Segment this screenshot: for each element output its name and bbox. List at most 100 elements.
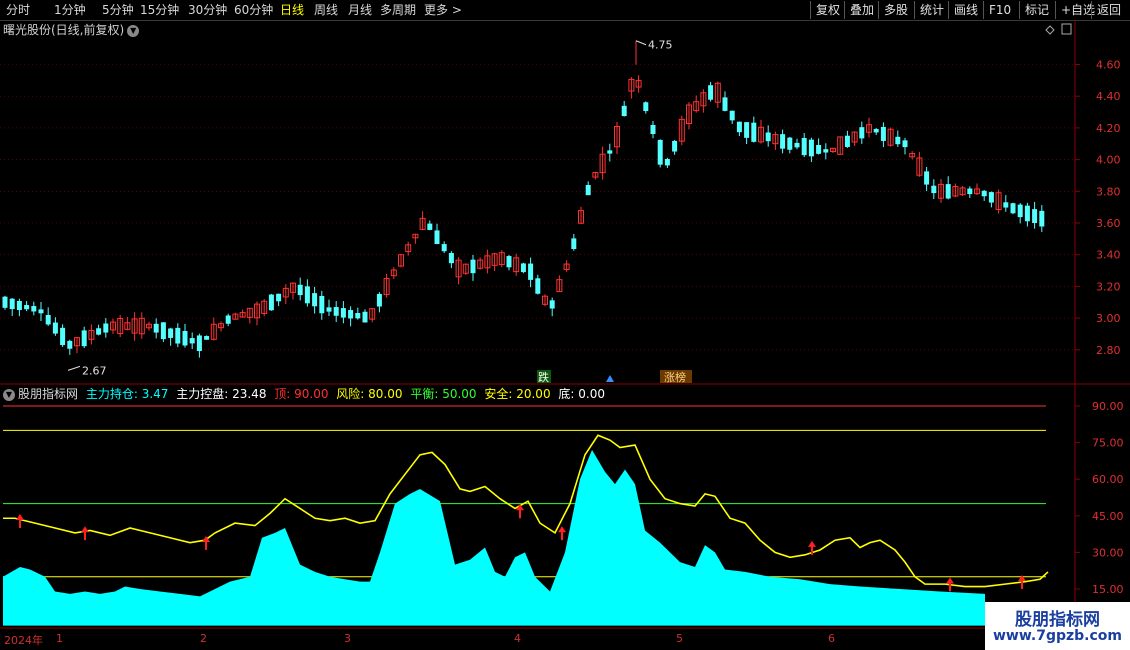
candle-body-down: [225, 315, 231, 324]
candle-body-down: [607, 150, 613, 154]
event-tag-bang: 涨榜: [664, 370, 686, 384]
candle-body-down: [535, 278, 541, 294]
candle-body-down: [988, 192, 994, 203]
price-axis-label: 4.60: [1096, 59, 1121, 72]
indicator-axis-label: 30.00: [1092, 546, 1124, 559]
candle-body-down: [196, 335, 202, 352]
candle-body-down: [787, 137, 793, 150]
candle-body-down: [736, 121, 742, 133]
candle-body-down: [175, 327, 181, 344]
candle-body-down: [794, 142, 800, 148]
candle-body-down: [902, 140, 908, 148]
candle-body-down: [434, 230, 440, 245]
candle-body-down: [780, 134, 786, 149]
x-label-month-1: 1: [56, 632, 63, 645]
candle-body-down: [751, 122, 757, 142]
price-axis-label: 4.00: [1096, 154, 1121, 167]
candle-body-down: [376, 293, 382, 307]
candle-body-down: [304, 286, 310, 304]
candle-body-down: [765, 132, 771, 142]
x-label-month-3: 3: [344, 632, 351, 645]
candle-body-down: [326, 307, 332, 312]
price-axis-label: 2.80: [1096, 344, 1121, 357]
x-label-year: 2024年: [4, 634, 43, 647]
indicator-axis-label: 60.00: [1092, 473, 1124, 486]
candle-body-down: [204, 336, 210, 340]
candle-body-down: [816, 145, 822, 154]
candle-body-down: [708, 85, 714, 100]
candle-body-down: [585, 185, 591, 196]
candle-body-down: [520, 263, 526, 273]
candle-body-down: [427, 223, 433, 230]
chart-canvas[interactable]: 4.60 4.40 4.20 4.00 3.80 3.60 3.40 3.20 3.00 2.80…: [0, 0, 1130, 650]
candle-body-down: [621, 105, 627, 117]
window-icon: [1061, 23, 1072, 35]
candle-body-down: [844, 135, 850, 147]
main-force-area: [3, 449, 985, 626]
price-axis-label: 4.40: [1096, 90, 1121, 103]
candle-body-down: [729, 110, 735, 121]
candle-body-down: [967, 188, 973, 195]
watermark-title: 股朋指标网: [1015, 610, 1100, 630]
candle-body-down: [823, 149, 829, 153]
candle-body-down: [340, 308, 346, 318]
candle-body-down: [31, 306, 37, 312]
candle-body-down: [160, 322, 166, 340]
candle-body-down: [52, 322, 58, 334]
price-axis-label: 3.60: [1096, 217, 1121, 230]
candle-body-down: [348, 310, 354, 319]
signal-arrow-head: [1018, 575, 1026, 581]
candle-body-down: [859, 127, 865, 139]
candle-body-down: [924, 171, 930, 185]
candle-body-down: [1024, 205, 1030, 222]
indicator-axis-label: 45.00: [1092, 510, 1124, 523]
indicator-axis-label: 90.00: [1092, 400, 1124, 413]
candle-body-down: [448, 252, 454, 264]
price-axis-label: 3.80: [1096, 185, 1121, 198]
candle-body-down: [873, 129, 879, 133]
candle-body-down: [895, 136, 901, 145]
candle-body-down: [153, 323, 159, 333]
candle-body-down: [168, 328, 174, 338]
candle-body-down: [38, 309, 44, 314]
candle-body-down: [362, 311, 368, 323]
candle-body-down: [808, 139, 814, 157]
candle-body-down: [276, 293, 282, 302]
candle-body-down: [643, 102, 649, 112]
candle-body-down: [81, 330, 87, 347]
x-label-month-6: 6: [828, 632, 835, 645]
candle-body-down: [672, 140, 678, 152]
candle-body-down: [333, 307, 339, 316]
site-watermark: 股朋指标网 www.7gpzb.com: [985, 602, 1130, 650]
candle-body-down: [24, 305, 30, 310]
signal-arrow-head: [946, 577, 954, 584]
candle-body-down: [103, 323, 109, 333]
watermark-url: www.7gpzb.com: [992, 628, 1122, 644]
candle-body-down: [441, 244, 447, 252]
price-axis-label: 3.20: [1096, 280, 1121, 293]
x-label-month-5: 5: [676, 632, 683, 645]
candle-body-down: [1017, 204, 1023, 218]
low-price-label: 2.67: [82, 364, 107, 377]
candle-body-down: [880, 126, 886, 141]
candle-body-down: [182, 330, 188, 346]
signal-arrow-head: [558, 526, 566, 533]
price-axis-label: 3.40: [1096, 249, 1121, 262]
candle-body-down: [1010, 203, 1016, 214]
high-price-label: 4.75: [648, 39, 673, 52]
event-up-marker: [606, 375, 614, 382]
candle-body-down: [312, 293, 318, 307]
candle-body-down: [60, 327, 66, 346]
signal-arrow-head: [81, 526, 89, 533]
candle-body-down: [1032, 209, 1038, 224]
candle-body-down: [268, 294, 274, 311]
indicator-axis-label: 75.00: [1092, 437, 1124, 450]
candle-body-down: [9, 298, 15, 310]
candle-body-down: [528, 263, 534, 280]
event-tag-die: 跌: [538, 370, 549, 384]
signal-arrow-head: [808, 540, 816, 547]
candle-body-down: [506, 256, 512, 268]
diamond-icon: [1045, 25, 1055, 35]
candle-body-down: [571, 238, 577, 250]
high-pointer: [635, 40, 647, 46]
